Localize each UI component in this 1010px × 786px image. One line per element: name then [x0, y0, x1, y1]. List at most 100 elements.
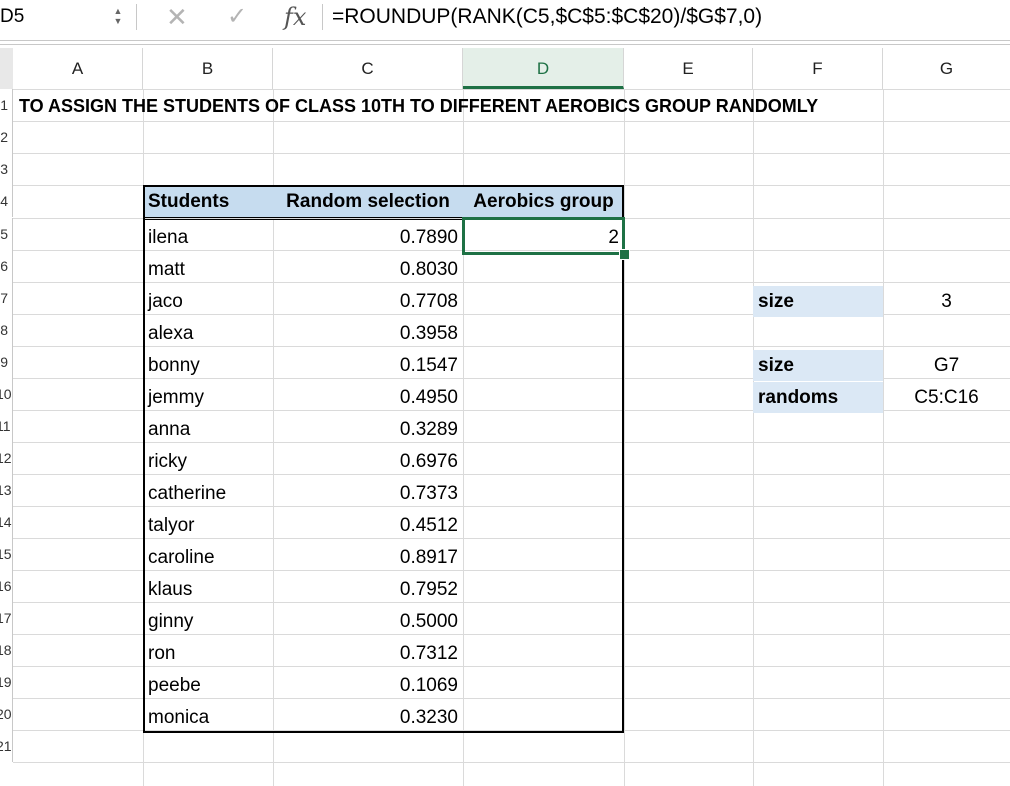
random-selection-cell[interactable]: 0.4512: [273, 510, 463, 541]
column-header-g[interactable]: G: [883, 48, 1010, 89]
aerobics-group-cell[interactable]: [463, 318, 624, 349]
random-selection-cell[interactable]: 0.8917: [273, 542, 463, 573]
random-selection-cell[interactable]: 0.7890: [273, 222, 463, 253]
random-selection-cell[interactable]: 0.1069: [273, 670, 463, 701]
random-selection-cell[interactable]: 0.8030: [273, 254, 463, 285]
aerobics-group-cell[interactable]: [463, 446, 624, 477]
student-name-cell[interactable]: ginny: [143, 606, 273, 637]
header-aerobics-group[interactable]: Aerobics group: [463, 186, 624, 217]
column-header-c[interactable]: C: [273, 48, 463, 89]
row-number: 8: [0, 322, 8, 338]
student-name-cell[interactable]: jemmy: [143, 382, 273, 413]
row-header[interactable]: 12: [0, 442, 13, 474]
row-header[interactable]: 21: [0, 730, 13, 762]
row-header[interactable]: 19: [0, 666, 13, 698]
row-header[interactable]: 20: [0, 698, 13, 730]
defined-name-randoms-range[interactable]: C5:C16: [883, 382, 1010, 413]
aerobics-group-cell[interactable]: 2: [463, 222, 624, 253]
random-selection-cell[interactable]: 0.3289: [273, 414, 463, 445]
aerobics-group-cell[interactable]: [463, 606, 624, 637]
student-name-cell[interactable]: talyor: [143, 510, 273, 541]
name-box[interactable]: D5: [0, 4, 100, 30]
student-name-cell[interactable]: alexa: [143, 318, 273, 349]
aerobics-group-cell[interactable]: [463, 510, 624, 541]
row-header[interactable]: 4: [0, 185, 13, 217]
cancel-icon[interactable]: ✕: [166, 2, 188, 32]
row-header[interactable]: 9: [0, 346, 13, 378]
row-header[interactable]: 7: [0, 282, 13, 314]
random-selection-cell[interactable]: 0.6976: [273, 446, 463, 477]
size-value[interactable]: 3: [883, 286, 1010, 317]
student-name-cell[interactable]: ricky: [143, 446, 273, 477]
row-header[interactable]: 16: [0, 570, 13, 602]
random-selection-cell[interactable]: 0.7708: [273, 286, 463, 317]
sheet-title[interactable]: TO ASSIGN THE STUDENTS OF CLASS 10TH TO …: [19, 91, 818, 121]
random-selection-cell[interactable]: 0.7312: [273, 638, 463, 669]
row-header[interactable]: 8: [0, 314, 13, 346]
random-selection-cell[interactable]: 0.7373: [273, 478, 463, 509]
column-header-b[interactable]: B: [143, 48, 273, 89]
aerobics-group-cell[interactable]: [463, 702, 624, 733]
divider: [322, 4, 323, 30]
header-students[interactable]: Students: [143, 186, 273, 217]
row-header[interactable]: 11: [0, 410, 13, 442]
size-label[interactable]: size: [753, 286, 883, 317]
aerobics-group-cell[interactable]: [463, 382, 624, 413]
row-header[interactable]: 6: [0, 250, 13, 282]
defined-name-size-range[interactable]: G7: [883, 350, 1010, 381]
column-header-e[interactable]: E: [624, 48, 753, 89]
row-header[interactable]: 15: [0, 538, 13, 570]
random-selection-cell[interactable]: 0.4950: [273, 382, 463, 413]
row-header[interactable]: 3: [0, 153, 13, 185]
aerobics-group-cell[interactable]: [463, 350, 624, 381]
fill-handle[interactable]: [619, 249, 630, 260]
name-box-dropdown-icon[interactable]: ▲ ▼: [113, 6, 123, 26]
row-number: 17: [0, 610, 12, 626]
row-gridline: [13, 762, 1010, 763]
select-all-corner[interactable]: [0, 48, 13, 89]
student-name-cell[interactable]: peebe: [143, 670, 273, 701]
student-name-cell[interactable]: matt: [143, 254, 273, 285]
row-header[interactable]: 14: [0, 506, 13, 538]
column-gridline: [883, 89, 884, 786]
student-name-cell[interactable]: anna: [143, 414, 273, 445]
header-random-selection[interactable]: Random selection: [273, 186, 463, 217]
column-header-d[interactable]: D: [463, 48, 624, 89]
row-header[interactable]: 18: [0, 634, 13, 666]
row-header[interactable]: 13: [0, 474, 13, 506]
row-header[interactable]: 1: [0, 89, 13, 121]
formula-input[interactable]: =ROUNDUP(RANK(C5,$C$5:$C$20)/$G$7,0): [332, 2, 762, 32]
aerobics-group-cell[interactable]: [463, 478, 624, 509]
aerobics-group-cell[interactable]: [463, 414, 624, 445]
aerobics-group-cell[interactable]: [463, 286, 624, 317]
column-header-f[interactable]: F: [753, 48, 883, 89]
student-name-cell[interactable]: catherine: [143, 478, 273, 509]
student-name-cell[interactable]: ilena: [143, 222, 273, 253]
row-header[interactable]: 17: [0, 602, 13, 634]
student-name-cell[interactable]: monica: [143, 702, 273, 733]
random-selection-cell[interactable]: 0.1547: [273, 350, 463, 381]
defined-name-randoms-label[interactable]: randoms: [753, 382, 883, 413]
random-selection-cell[interactable]: 0.5000: [273, 606, 463, 637]
defined-name-size-label[interactable]: size: [753, 350, 883, 381]
aerobics-group-cell[interactable]: [463, 254, 624, 285]
column-header-a[interactable]: A: [13, 48, 143, 89]
insert-function-icon[interactable]: fx: [284, 2, 306, 32]
student-name-cell[interactable]: bonny: [143, 350, 273, 381]
row-header[interactable]: 5: [0, 218, 13, 250]
random-selection-cell[interactable]: 0.3230: [273, 702, 463, 733]
column-gridline: [753, 89, 754, 786]
row-header[interactable]: 2: [0, 121, 13, 153]
student-name-cell[interactable]: ron: [143, 638, 273, 669]
aerobics-group-cell[interactable]: [463, 638, 624, 669]
random-selection-cell[interactable]: 0.7952: [273, 574, 463, 605]
aerobics-group-cell[interactable]: [463, 542, 624, 573]
student-name-cell[interactable]: jaco: [143, 286, 273, 317]
row-header[interactable]: 10: [0, 378, 13, 410]
random-selection-cell[interactable]: 0.3958: [273, 318, 463, 349]
confirm-icon[interactable]: ✓: [227, 2, 247, 32]
student-name-cell[interactable]: caroline: [143, 542, 273, 573]
aerobics-group-cell[interactable]: [463, 574, 624, 605]
aerobics-group-cell[interactable]: [463, 670, 624, 701]
student-name-cell[interactable]: klaus: [143, 574, 273, 605]
